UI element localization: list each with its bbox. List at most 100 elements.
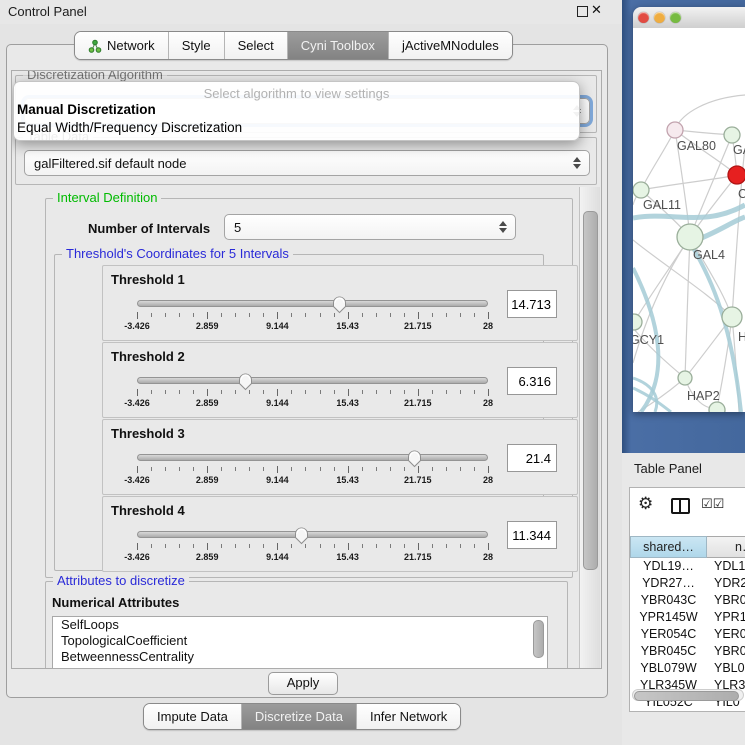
attribute-item[interactable]: SelfLoops [53, 617, 547, 633]
checked-boxes-icon[interactable]: ☑☑ [701, 496, 724, 512]
split-columns-icon[interactable] [671, 498, 690, 514]
apply-button[interactable]: Apply [268, 672, 338, 695]
tick-mark [362, 390, 363, 394]
threshold-value-field[interactable]: 14.713 [507, 290, 557, 318]
slider-thumb[interactable] [238, 372, 253, 391]
GAL4-node[interactable] [677, 224, 703, 250]
close-traffic-light-icon[interactable] [638, 12, 649, 23]
algorithm-option-manual[interactable]: Manual Discretization [17, 102, 156, 117]
number-of-intervals-combobox[interactable]: 5 [224, 214, 516, 240]
tab-style[interactable]: Style [168, 32, 224, 59]
table-row[interactable]: YER054CYER0 [630, 626, 745, 643]
cell-shared-name[interactable]: YPR145W [630, 609, 707, 626]
close-icon[interactable]: ✕ [591, 2, 602, 18]
GAL80-node[interactable] [667, 122, 683, 138]
tick-label: 21.715 [404, 321, 432, 331]
tab-impute-data[interactable]: Impute Data [144, 704, 241, 729]
tick-mark [446, 467, 447, 471]
threshold-slider[interactable]: -3.4262.8599.14415.4321.71528 [137, 296, 488, 336]
gear-icon[interactable]: ⚙ [638, 494, 653, 514]
network-window-titlebar[interactable] [633, 7, 745, 29]
red-node[interactable] [728, 166, 745, 184]
slider-thumb[interactable] [407, 449, 422, 468]
tick-mark [277, 312, 278, 319]
table-row[interactable]: YPR145WYPR1 [630, 609, 745, 626]
cell-name[interactable]: YER0 [707, 626, 745, 643]
list-scrollbar[interactable] [533, 620, 544, 658]
column-header-name[interactable]: n… [707, 536, 745, 558]
table-row[interactable]: YBR043CYBR0 [630, 592, 745, 609]
main-scrollbar-thumb[interactable] [583, 211, 598, 570]
partial-node[interactable] [709, 402, 725, 412]
main-scrollbar[interactable] [579, 187, 600, 668]
network-window-frame: GAL80GACGAL11GAL4GCY1HHAP2 [622, 0, 745, 453]
network-canvas[interactable]: GAL80GACGAL11GAL4GCY1HHAP2 [633, 28, 745, 412]
tab-jactivemnodules[interactable]: jActiveMNodules [388, 32, 512, 59]
threshold-value-field[interactable]: 6.316 [507, 367, 557, 395]
threshold-value-field[interactable]: 11.344 [507, 521, 557, 549]
tick-mark [460, 544, 461, 548]
tick-label: 2.859 [196, 552, 219, 562]
cell-shared-name[interactable]: YDL19… [630, 558, 707, 575]
H-node[interactable] [722, 307, 742, 327]
slider-thumb[interactable] [294, 526, 309, 545]
threshold-slider[interactable]: -3.4262.8599.14415.4321.71528 [137, 450, 488, 490]
numerical-attributes-list[interactable]: SelfLoopsTopologicalCoefficientBetweenne… [52, 616, 548, 669]
tick-label: 9.144 [266, 321, 289, 331]
table-panel: Table Panel ⚙ ☑☑ shared… n… YDL19…YDL1YD… [622, 453, 745, 745]
network-edge[interactable] [685, 237, 690, 378]
table-row[interactable]: YBR045CYBR0 [630, 643, 745, 660]
combobox-stepper-icon [499, 221, 507, 233]
tick-label: 21.715 [404, 398, 432, 408]
cell-shared-name[interactable]: YBR043C [630, 592, 707, 609]
tick-mark [460, 467, 461, 471]
attribute-item[interactable]: BetweennessCentrality [53, 649, 547, 665]
cell-name[interactable]: YBR0 [707, 592, 745, 609]
GA-node[interactable] [724, 127, 740, 143]
tab-discretize-data[interactable]: Discretize Data [241, 704, 356, 729]
table-row[interactable]: YDR27…YDR2 [630, 575, 745, 592]
threshold-slider[interactable]: -3.4262.8599.14415.4321.71528 [137, 373, 488, 413]
GAL11-node[interactable] [633, 182, 649, 198]
table-horizontal-scrollbar-thumb[interactable] [634, 691, 739, 701]
tick-mark [137, 389, 138, 396]
tick-mark [137, 466, 138, 473]
cell-shared-name[interactable]: YDR27… [630, 575, 707, 592]
thresholds-group-title: Threshold's Coordinates for 5 Intervals [62, 246, 293, 261]
cell-name[interactable]: YDR2 [707, 575, 745, 592]
slider-thumb[interactable] [332, 295, 347, 314]
tick-label: 2.859 [196, 475, 219, 485]
minimize-traffic-light-icon[interactable] [654, 12, 665, 23]
tab-select[interactable]: Select [224, 32, 287, 59]
tab-network[interactable]: Network [75, 32, 168, 59]
network-edge[interactable] [675, 95, 745, 130]
network-edge[interactable] [641, 130, 675, 190]
tick-mark [207, 389, 208, 396]
cell-name[interactable]: YDL1 [707, 558, 745, 575]
threshold-slider[interactable]: -3.4262.8599.14415.4321.71528 [137, 527, 488, 567]
attribute-item[interactable]: TopologicalCoefficient [53, 633, 547, 649]
table-horizontal-scrollbar[interactable] [632, 689, 744, 701]
cell-name[interactable]: YPR1 [707, 609, 745, 626]
table-data-combobox[interactable]: galFiltered.sif default node [24, 150, 590, 176]
network-edge[interactable] [641, 175, 737, 190]
cell-shared-name[interactable]: YBL079W [630, 660, 707, 677]
GCY1-node[interactable] [633, 314, 642, 330]
tab-cyni-toolbox[interactable]: Cyni Toolbox [287, 32, 388, 59]
column-header-shared-name[interactable]: shared… [630, 536, 707, 558]
tick-mark [404, 313, 405, 317]
cell-shared-name[interactable]: YBR045C [630, 643, 707, 660]
algorithm-option-equal-width[interactable]: Equal Width/Frequency Discretization [17, 120, 242, 135]
cell-name[interactable]: YBR0 [707, 643, 745, 660]
float-window-icon[interactable] [577, 6, 588, 17]
table-row[interactable]: YDL19…YDL1 [630, 558, 745, 575]
tick-mark [179, 544, 180, 548]
cell-name[interactable]: YBL0 [707, 660, 745, 677]
zoom-traffic-light-icon[interactable] [670, 12, 681, 23]
HAP2-node[interactable] [678, 371, 692, 385]
cell-shared-name[interactable]: YER054C [630, 626, 707, 643]
network-edge[interactable] [693, 248, 741, 412]
tab-infer-network[interactable]: Infer Network [356, 704, 460, 729]
table-row[interactable]: YBL079WYBL0 [630, 660, 745, 677]
threshold-value-field[interactable]: 21.4 [507, 444, 557, 472]
